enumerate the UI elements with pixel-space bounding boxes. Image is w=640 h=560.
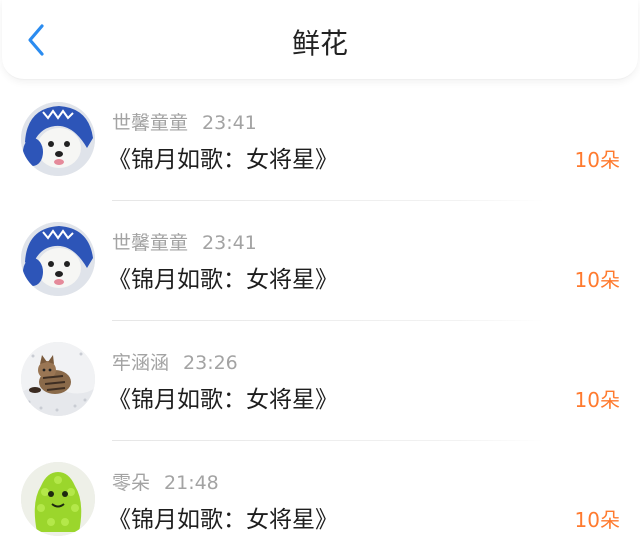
divider: [112, 320, 544, 321]
record-meta: 世馨童童 23:41: [112, 230, 257, 256]
green-monster-toy-avatar: [21, 462, 95, 536]
flower-record-list: 世馨童童 23:41 《锦月如歌：女将星》 10朵 世馨童童 23:41 《锦月…: [0, 90, 640, 560]
username: 世馨童童: [112, 232, 189, 254]
list-item[interactable]: 世馨童童 23:41 《锦月如歌：女将星》 10朵: [0, 90, 640, 210]
timestamp: 21:48: [164, 472, 219, 494]
nav-bar: 鲜花: [2, 0, 638, 80]
flower-count: 10朵: [574, 508, 620, 532]
record-meta: 牢涵涵 23:26: [112, 350, 238, 376]
flowers-page: 鲜花 世馨童童 23:41 《锦月如歌：女将星》 10朵 世馨童童 23:41 …: [0, 0, 640, 560]
avatar[interactable]: [21, 222, 95, 296]
dog-in-blue-hat-avatar: [21, 222, 95, 296]
dog-in-blue-hat-avatar: [21, 102, 95, 176]
username: 零朵: [112, 472, 151, 494]
username: 牢涵涵: [112, 352, 170, 374]
avatar[interactable]: [21, 462, 95, 536]
record-meta: 世馨童童 23:41: [112, 110, 257, 136]
page-title: 鲜花: [291, 27, 348, 60]
timestamp: 23:41: [202, 232, 257, 254]
flower-count: 10朵: [574, 148, 620, 172]
list-item[interactable]: 世馨童童 23:41 《锦月如歌：女将星》 10朵: [0, 210, 640, 330]
cat-on-bed-avatar: [21, 342, 95, 416]
book-title[interactable]: 《锦月如歌：女将星》: [108, 264, 338, 296]
flower-count: 10朵: [574, 268, 620, 292]
book-title[interactable]: 《锦月如歌：女将星》: [108, 144, 338, 176]
flower-count: 10朵: [574, 388, 620, 412]
timestamp: 23:41: [202, 112, 257, 134]
username: 世馨童童: [112, 112, 189, 134]
divider: [112, 200, 544, 201]
timestamp: 23:26: [183, 352, 238, 374]
book-title[interactable]: 《锦月如歌：女将星》: [108, 504, 338, 536]
book-title[interactable]: 《锦月如歌：女将星》: [108, 384, 338, 416]
divider: [112, 440, 544, 441]
list-item[interactable]: 零朵 21:48 《锦月如歌：女将星》 10朵: [0, 450, 640, 560]
avatar[interactable]: [21, 342, 95, 416]
list-item[interactable]: 牢涵涵 23:26 《锦月如歌：女将星》 10朵: [0, 330, 640, 450]
record-meta: 零朵 21:48: [112, 470, 219, 496]
avatar[interactable]: [21, 102, 95, 176]
